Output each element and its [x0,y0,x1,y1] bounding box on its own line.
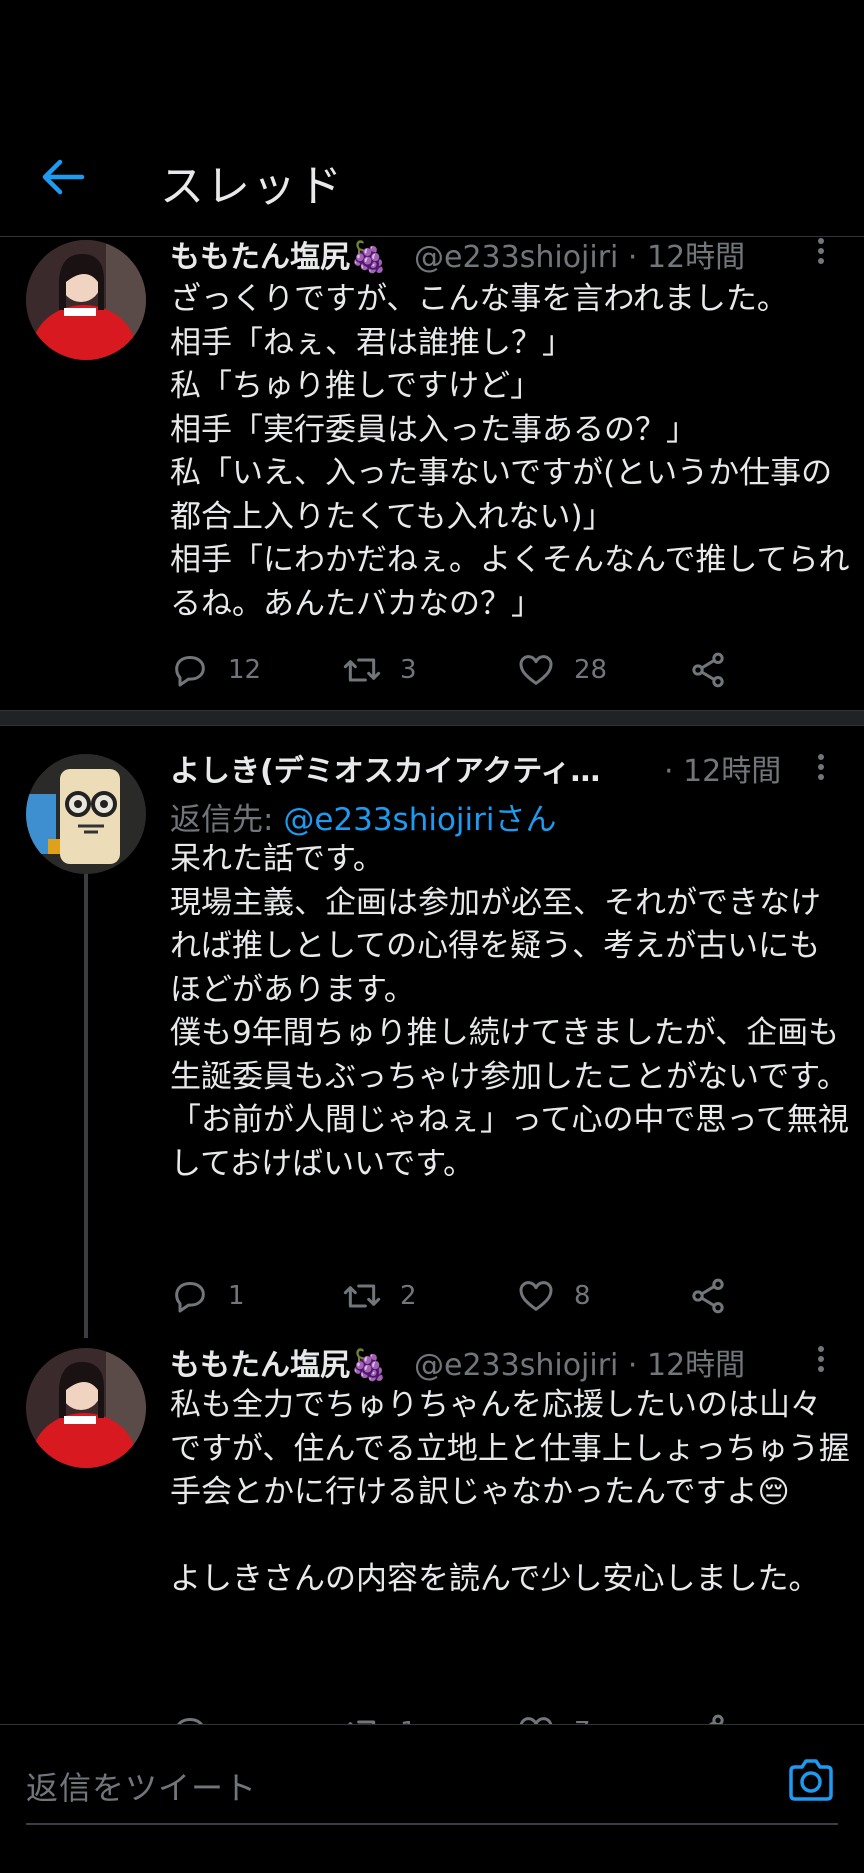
more-vertical-icon[interactable] [806,750,836,790]
camera-icon[interactable] [786,1755,836,1805]
retweet-icon [347,1720,376,1724]
tweet-3[interactable]: ももたん塩尻🍇 @e233shiojiri · 12時間 私も全力でちゅりちゃん… [0,1340,864,1724]
like-button[interactable]: 28 [516,648,607,692]
tweet-text: 呆れた話です。 現場主義、企画は参加が必至、それができなければ推しとしての心得を… [170,841,849,1182]
reply-input[interactable]: 返信をツイート [26,1763,257,1809]
share-button[interactable] [688,1274,746,1318]
retweet-button[interactable]: 3 [342,648,417,692]
like-icon [519,655,553,685]
handle-and-time: @e233shiojiri · 12時間 [414,240,746,275]
tweet-text: 私も全力でちゅりちゃんを応援したいのは山々ですが、住んでる立地上と仕事上しょっち… [170,1387,850,1597]
thread-divider [0,710,864,726]
mention-link[interactable]: @e233shiojiriさん [283,802,556,838]
back-arrow-icon[interactable] [38,152,88,202]
share-icon [708,1714,724,1724]
reply-button[interactable] [170,1710,228,1724]
grape-emoji: 🍇 [350,1348,388,1383]
reply-icon [175,1282,205,1313]
reply-icon [177,1718,203,1724]
tweet-1[interactable]: ももたん塩尻🍇 @e233shiojiri · 12時間 ざっくりですが、こんな… [0,238,864,712]
display-name[interactable]: ももたん塩尻🍇 [170,1340,387,1384]
like-button[interactable]: 8 [516,1274,591,1318]
like-icon [519,1717,553,1724]
tweet-text: ざっくりですが、こんな事を言われました。 相手「ねぇ、君は誰推し？」 私「ちゅり… [170,281,850,622]
more-vertical-icon[interactable] [806,1342,836,1382]
avatar[interactable] [26,240,146,360]
share-icon [692,652,724,688]
tweet-actions: 1 7 [170,1710,770,1724]
like-button[interactable]: 7 [516,1710,591,1724]
handle-and-time: @e233shiojiri · 12時間 [414,1348,746,1383]
handle-and-time: · 12時間 [664,754,782,789]
reply-button[interactable]: 1 [170,1274,245,1318]
page-title: スレッド [160,161,344,212]
app-header: スレッド [0,0,864,237]
retweet-icon [343,1284,381,1308]
more-vertical-icon[interactable] [806,234,836,274]
retweet-button[interactable]: 2 [342,1274,417,1318]
share-icon [692,1278,724,1314]
tweet-actions: 12 3 28 [170,648,770,692]
tweet-actions: 1 2 8 [170,1274,770,1318]
avatar[interactable] [26,754,146,874]
display-name[interactable]: よしき(デミオスカイアクティ… [170,746,600,790]
retweet-button[interactable]: 1 [342,1710,417,1724]
reply-button[interactable]: 12 [170,648,261,692]
grape-emoji: 🍇 [350,240,388,275]
reply-composer: 返信をツイート [0,1724,864,1873]
avatar[interactable] [26,1348,146,1468]
share-button[interactable] [688,648,746,692]
share-button[interactable] [688,1710,746,1724]
reply-icon [175,656,205,687]
thread-connector [84,872,88,1338]
input-underline [26,1823,838,1825]
like-icon [519,1281,553,1311]
replying-to: 返信先: @e233shiojiriさん [170,802,557,838]
tweet-2[interactable]: よしき(デミオスカイアクティ… · 12時間 返信先: @e233shiojir… [0,746,864,1346]
display-name[interactable]: ももたん塩尻🍇 [170,232,387,276]
retweet-icon [343,658,381,682]
